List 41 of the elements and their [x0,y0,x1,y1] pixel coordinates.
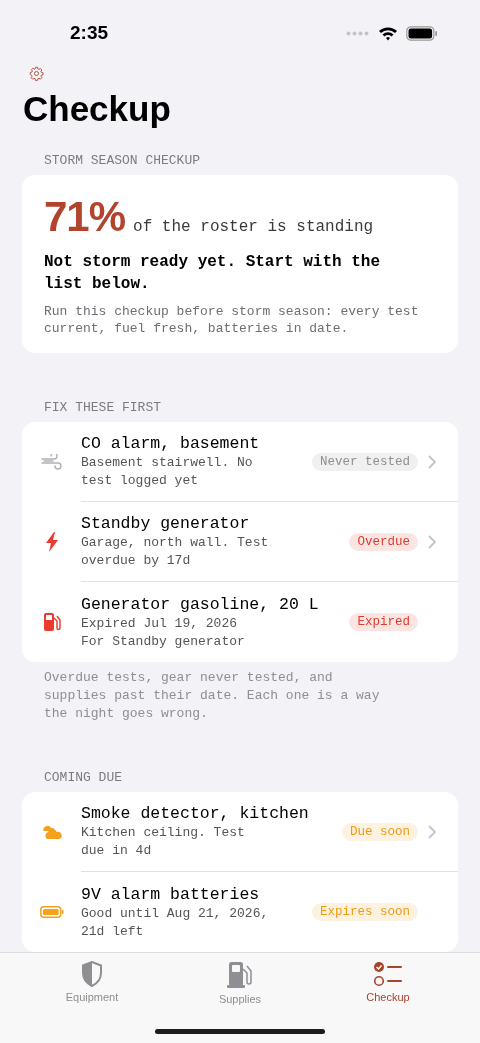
page-title: Checkup [23,89,172,129]
lightning-bolt-icon [44,532,59,552]
status-badge: Overdue [349,532,418,551]
section-header: STORM SEASON CHECKUP [44,153,202,168]
section-header: FIX THESE FIRST [44,400,163,415]
tab[interactable]: Checkup [314,953,462,1005]
item-title[interactable]: 9V alarm batteries [81,883,312,905]
shield-icon [81,961,103,987]
item-detail: Kitchen ceiling. Test due in 4d [81,824,246,860]
item-detail: Basement stairwell. No test logged yet [81,454,254,490]
summary-note: Run this checkup before storm season: every test current, fuel fresh, batteries in date. [44,303,420,337]
wind-icon [40,454,63,470]
chevron-icon[interactable] [428,534,436,549]
item-detail: Expired Jul 19, 2026 [81,614,239,633]
section-header: COMING DUE [44,770,123,785]
item-detail: Garage, north wall. Test overdue by 17d [81,534,270,570]
wifi-icon [378,25,398,41]
status-badge: Expired [349,613,418,631]
readiness-headline: Not storm ready yet. Start with the list below. [44,252,382,295]
cellular-signal-icon [346,30,370,36]
status-badge: Due soon [342,822,418,841]
status-badge: Never tested [312,452,418,471]
checklist-icon [373,961,403,987]
status-time: 2:35 [70,22,109,44]
item-detail: Good until Aug 21, 2026, 21d left [81,904,270,941]
percent-caption: of the roster is standing [133,218,374,236]
item-title[interactable]: Standby generator [81,513,350,534]
section-footer: Overdue tests, gear never tested, and supplies past their date. Each one is a way the night goes wrong. [44,669,384,723]
item-detail: For Standby generator [81,632,246,651]
fuel-pump-icon [227,961,253,989]
status-badge: Expires soon [312,903,418,921]
readiness-percent: 71% [44,193,126,241]
chevron-icon[interactable] [428,454,436,469]
battery-icon [406,25,438,41]
item-title[interactable]: CO alarm, basement [81,433,312,454]
clouds-icon [40,824,63,840]
item-title[interactable]: Generator gasoline, 20 L [81,593,350,615]
item-title[interactable]: Smoke detector, kitchen [81,803,342,824]
fuel-pump-icon [42,612,61,632]
battery-icon [39,906,64,918]
chevron-icon[interactable] [428,824,436,839]
